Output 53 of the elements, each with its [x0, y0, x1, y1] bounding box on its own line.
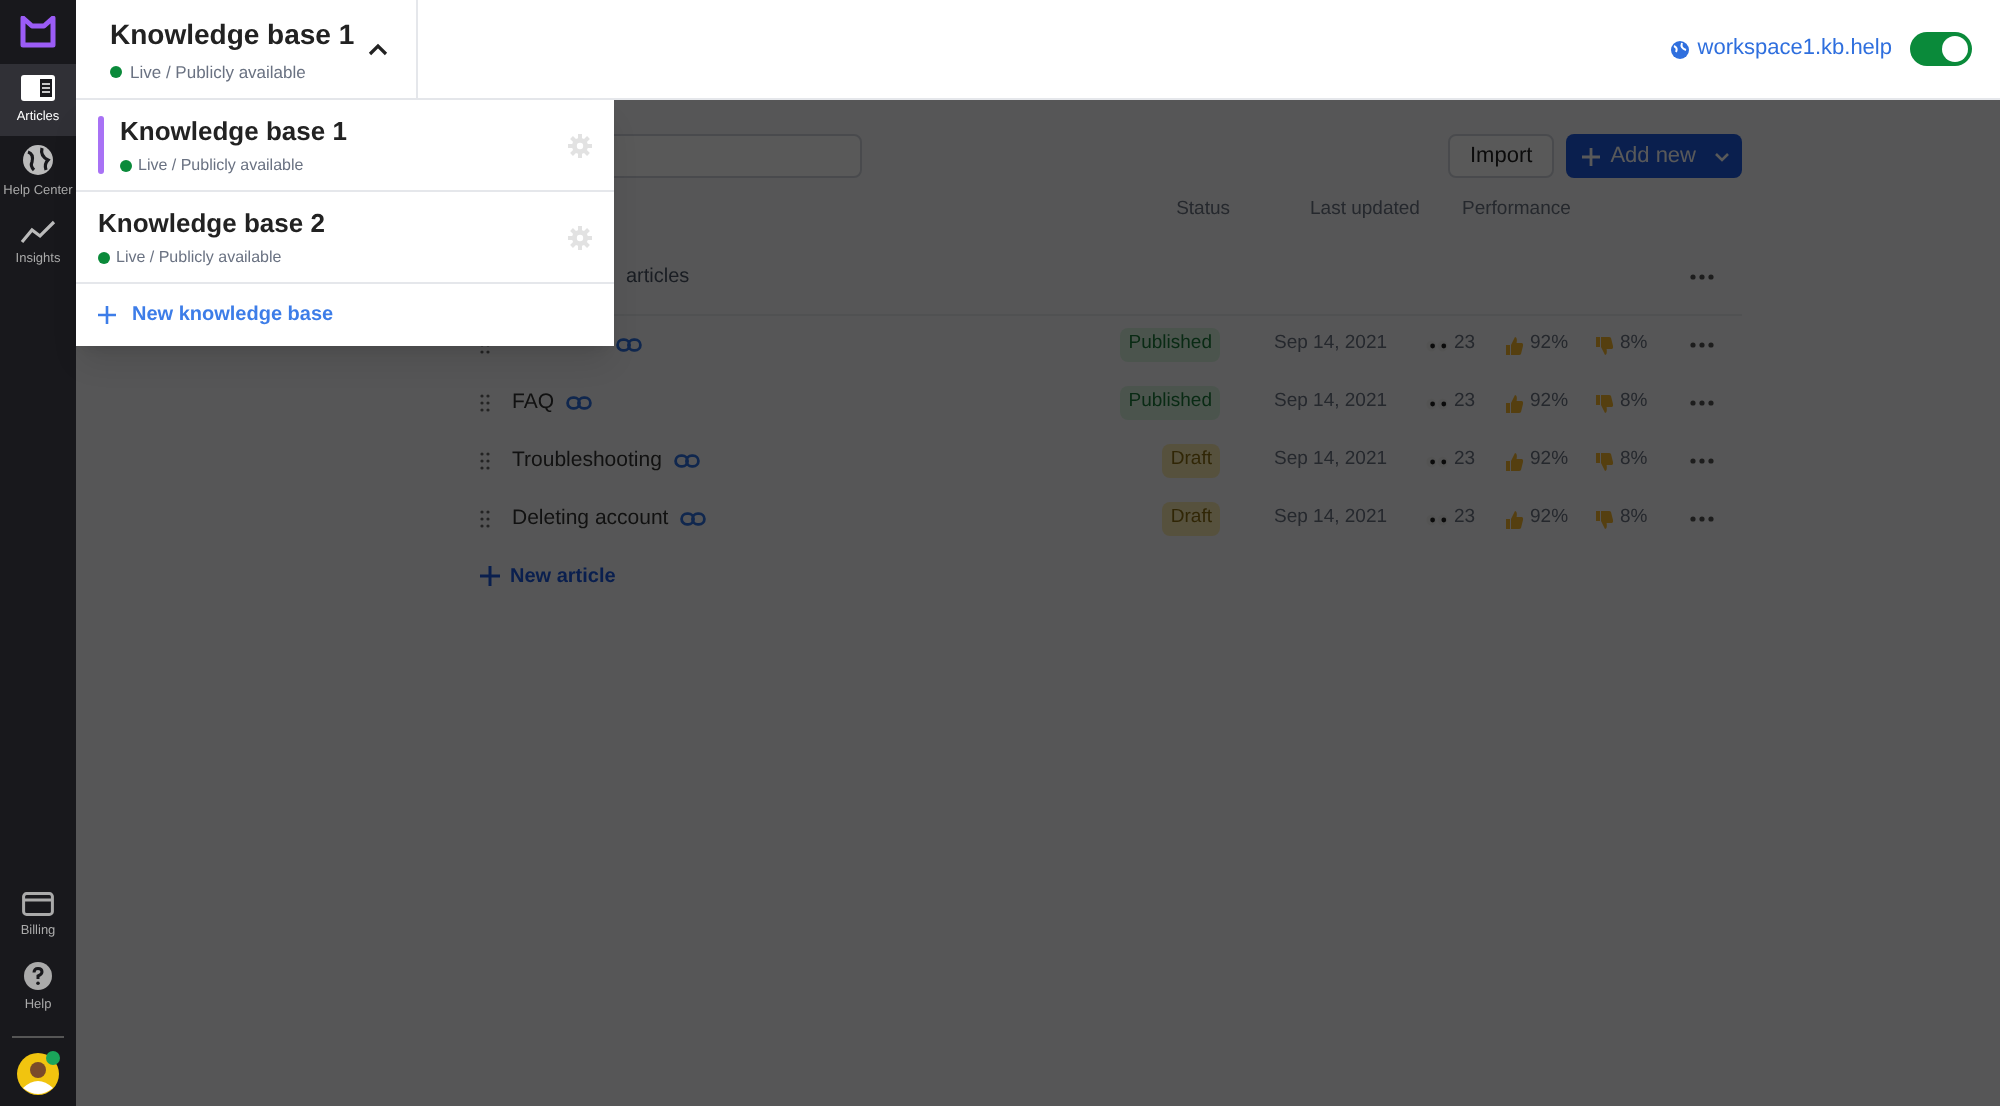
status-text: Live / Publicly available [130, 59, 306, 85]
articles-icon [20, 73, 56, 102]
more-icon[interactable] [1690, 458, 1714, 464]
menu-item[interactable]: Knowledge base 2 Live / Publicly available [76, 192, 614, 284]
caret-icon [1714, 151, 1730, 161]
drag-handle-icon[interactable] [480, 452, 490, 470]
more-icon[interactable] [1690, 342, 1714, 348]
toggle-switch[interactable] [1910, 32, 1972, 66]
chevron-up-icon[interactable] [368, 42, 388, 56]
thumbs-down-icon [1594, 393, 1614, 413]
status-badge: Published [1120, 386, 1220, 420]
status-text: Live / Publicly available [116, 245, 282, 270]
status-badge: Draft [1162, 444, 1220, 478]
thumbs-up-icon [1504, 335, 1524, 355]
plus-icon [1582, 147, 1601, 165]
card-icon [22, 891, 54, 916]
drag-handle-icon[interactable] [480, 510, 490, 528]
status-badge: Draft [1162, 502, 1220, 536]
trend-icon [20, 219, 56, 244]
workspace-link[interactable]: workspace1.kb.help [1697, 32, 1892, 66]
thumbs-up-icon [1504, 393, 1524, 413]
plus-icon [480, 566, 500, 586]
thumbs-down-icon [1594, 335, 1614, 355]
eyes-icon [1426, 397, 1448, 409]
more-icon[interactable] [1690, 400, 1714, 406]
more-icon[interactable] [1690, 273, 1714, 279]
thumbs-down-icon [1594, 451, 1614, 471]
logo-icon [20, 16, 56, 48]
eyes-icon [1426, 455, 1448, 467]
gear-icon[interactable] [568, 133, 592, 157]
globe-icon [1669, 39, 1690, 59]
link-icon[interactable] [680, 512, 707, 526]
drag-handle-icon[interactable] [480, 394, 490, 412]
globe-icon [22, 143, 54, 176]
avatar-icon[interactable] [15, 1050, 61, 1096]
new-knowledge-base-link[interactable]: New knowledge base [132, 300, 334, 330]
gear-icon[interactable] [568, 225, 592, 249]
thumbs-up-icon [1504, 451, 1524, 471]
help-icon [24, 961, 52, 990]
thumbs-down-icon [1594, 509, 1614, 529]
more-icon[interactable] [1690, 516, 1714, 522]
eyes-icon [1426, 339, 1448, 351]
plus-icon [98, 306, 116, 324]
status-text: Live / Publicly available [138, 153, 304, 178]
knowledge-base-title[interactable]: Knowledge base 1 [110, 13, 368, 56]
eyes-icon [1426, 513, 1448, 525]
link-icon[interactable] [566, 396, 593, 410]
menu-item[interactable]: Knowledge base 1 Live / Publicly available [76, 100, 614, 192]
link-icon[interactable] [616, 338, 642, 352]
status-badge: Published [1120, 328, 1220, 362]
link-icon[interactable] [673, 454, 700, 468]
article-count: articles [626, 263, 690, 291]
thumbs-up-icon [1504, 509, 1524, 529]
